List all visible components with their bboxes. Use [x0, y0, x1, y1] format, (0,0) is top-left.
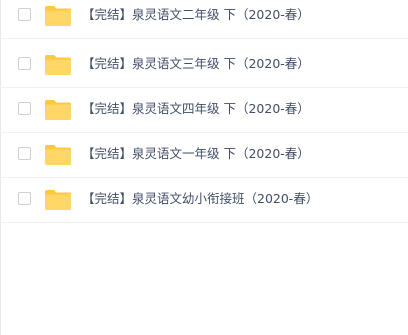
- folder-name[interactable]: 【完结】泉灵语文三年级 下（2020-春）: [82, 54, 310, 74]
- folder-icon: [44, 189, 72, 211]
- file-row[interactable]: 【完结】泉灵语文三年级 下（2020-春）: [0, 44, 408, 88]
- row-checkbox[interactable]: [18, 57, 31, 70]
- file-row[interactable]: 【完结】泉灵语文一年级 下（2020-春）: [0, 134, 408, 178]
- folder-icon: [44, 5, 72, 27]
- file-row[interactable]: 【完结】泉灵语文二年级 下（2020-春）: [0, 0, 408, 39]
- folder-name[interactable]: 【完结】泉灵语文四年级 下（2020-春）: [82, 99, 310, 119]
- folder-name[interactable]: 【完结】泉灵语文一年级 下（2020-春）: [82, 144, 310, 164]
- row-checkbox[interactable]: [18, 192, 31, 205]
- folder-name[interactable]: 【完结】泉灵语文幼小衔接班（2020-春）: [82, 189, 318, 209]
- row-checkbox[interactable]: [18, 8, 31, 21]
- folder-icon: [44, 54, 72, 76]
- file-list: 【完结】泉灵语文二年级 下（2020-春） 【完结】泉灵语文三年级 下（2020…: [0, 0, 408, 224]
- file-row[interactable]: 【完结】泉灵语文幼小衔接班（2020-春）: [0, 179, 408, 223]
- folder-name[interactable]: 【完结】泉灵语文二年级 下（2020-春）: [82, 5, 310, 25]
- folder-icon: [44, 99, 72, 121]
- row-checkbox[interactable]: [18, 102, 31, 115]
- folder-icon: [44, 144, 72, 166]
- file-row[interactable]: 【完结】泉灵语文四年级 下（2020-春）: [0, 89, 408, 133]
- row-checkbox[interactable]: [18, 147, 31, 160]
